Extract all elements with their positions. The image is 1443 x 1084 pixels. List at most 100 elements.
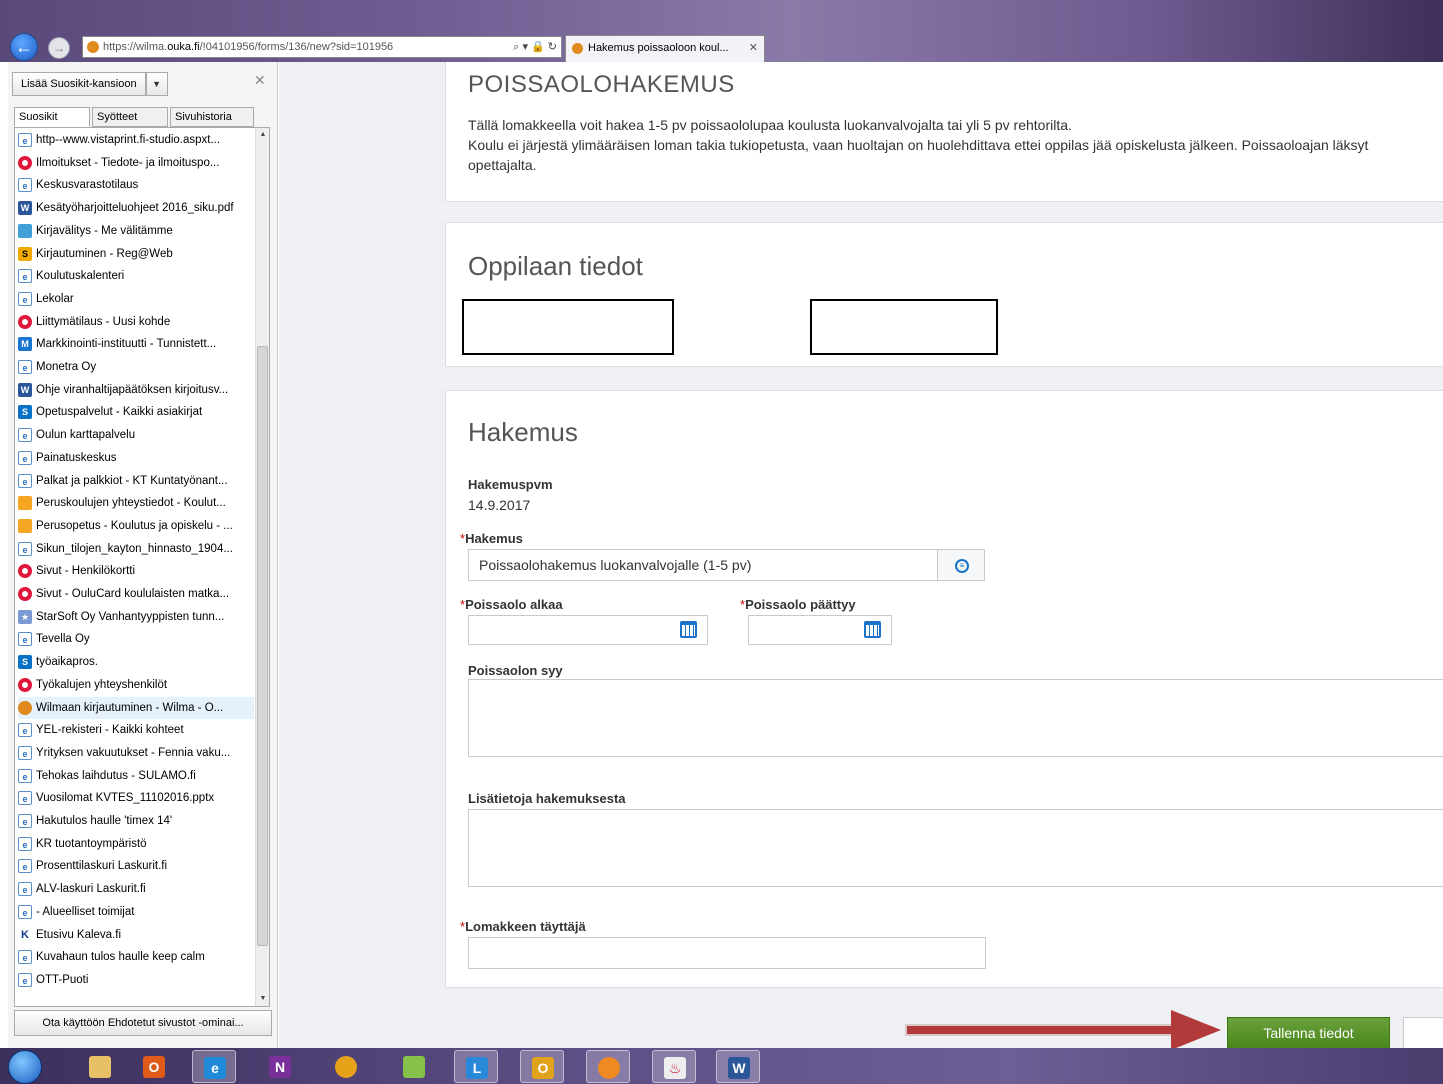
absence-start-input[interactable] (468, 615, 708, 645)
list-item[interactable]: e Tevella Oy (18, 628, 254, 650)
list-item[interactable]: e Painatuskeskus (18, 447, 254, 469)
list-item[interactable]: Perusopetus - Koulutus ja opiskelu - ... (18, 515, 254, 537)
reason-label: Poissaolon syy (468, 663, 563, 678)
list-item-label: Kirjautuminen - Reg@Web (36, 247, 173, 260)
secondary-button[interactable] (1403, 1017, 1443, 1048)
wilma-icon[interactable] (586, 1050, 630, 1083)
list-item[interactable]: e Prosenttilaskuri Laskurit.fi (18, 855, 254, 877)
tab-syotteet[interactable]: Syötteet (92, 107, 168, 127)
list-item[interactable]: e Kuvahaun tulos haulle keep calm (18, 946, 254, 968)
list-item[interactable]: S Kirjautuminen - Reg@Web (18, 243, 254, 265)
list-item[interactable]: K Etusivu Kaleva.fi (18, 924, 254, 946)
select-options-button[interactable]: ≡ (937, 549, 985, 581)
list-item[interactable]: e YEL-rekisteri - Kaikki kohteet (18, 719, 254, 741)
list-item[interactable]: Työkalujen yhteyshenkilöt (18, 674, 254, 696)
calendar-icon[interactable] (680, 621, 697, 638)
start-icon[interactable] (8, 1050, 42, 1084)
back-button[interactable]: ← (10, 33, 38, 61)
ie-page-icon: e (18, 291, 32, 306)
save-button[interactable]: Tallenna tiedot (1227, 1017, 1390, 1048)
list-item[interactable]: Wilmaan kirjautuminen - Wilma - O... (18, 696, 254, 719)
list-item[interactable]: e Tehokas laihdutus - SULAMO.fi (18, 765, 254, 787)
close-icon[interactable]: ✕ (254, 72, 266, 89)
application-section-title: Hakemus (468, 417, 578, 447)
tab-suosikit[interactable]: Suosikit (14, 107, 90, 127)
ie-page-icon: e (18, 791, 32, 806)
list-item[interactable]: Styöaikapros. (18, 651, 254, 673)
add-to-favorites-button[interactable]: Lisää Suosikit-kansioon (12, 72, 146, 96)
file-explorer-icon[interactable] (78, 1050, 122, 1083)
forward-button[interactable]: → (48, 37, 70, 59)
list-item[interactable]: e Monetra Oy (18, 356, 254, 378)
onenote-icon[interactable]: N (258, 1050, 302, 1083)
chevron-down-icon[interactable]: ▼ (145, 72, 168, 96)
scrollbar[interactable]: ▲ ▼ (255, 128, 269, 1006)
list-item[interactable]: Ilmoitukset - Tiedote- ja ilmoituspo... (18, 152, 254, 174)
favorites-list: e OTT-Puoti e Kuvahaun tulos haulle keep ca… (14, 127, 270, 1007)
list-item-label: Koulutuskalenteri (36, 270, 125, 283)
filler-input[interactable] (468, 937, 986, 969)
list-item[interactable]: M Markkinointi-instituutti - Tunnistett..… (18, 333, 254, 355)
close-icon[interactable]: ✕ (749, 36, 758, 60)
list-item[interactable]: W Ohje viranhaltijapäätöksen kirjoitusv..… (18, 379, 254, 401)
list-item[interactable]: e Yrityksen vakuutukset - Fennia vaku... (18, 742, 254, 764)
list-item-label: Opetuspalvelut - Kaikki asiakirjat (36, 406, 203, 419)
list-item-label: Kuvahaun tulos haulle keep calm (36, 951, 205, 964)
list-item-label: Markkinointi-instituutti - Tunnistett... (36, 338, 217, 351)
ring-icon (18, 314, 32, 329)
list-item[interactable]: e Oulun karttapalvelu (18, 424, 254, 446)
list-item[interactable]: e OTT-Puoti (18, 969, 254, 991)
student-card: Oppilaan tiedot (445, 222, 1443, 367)
folder-icon[interactable] (392, 1050, 436, 1083)
ie-page-icon: e (18, 473, 32, 488)
suggested-sites-button[interactable]: Ota käyttöön Ehdotetut sivustot -ominai.… (14, 1010, 272, 1036)
word-icon[interactable]: W (716, 1050, 760, 1083)
list-item[interactable]: e Sikun_tilojen_kayton_hinnasto_1904... (18, 538, 254, 560)
list-item[interactable]: Peruskoulujen yhteystiedot - Koulut... (18, 492, 254, 514)
list-item[interactable]: Kirjavälitys - Me välitämme (18, 220, 254, 242)
ie-page-icon: e (18, 450, 32, 465)
list-item[interactable]: e http--www.vistaprint.fi-studio.aspxt... (18, 129, 254, 151)
address-bar[interactable]: https://wilma.ouka.fi/!04101956/forms/13… (82, 36, 562, 58)
list-item[interactable]: Sivut - Henkilökortti (18, 560, 254, 582)
scroll-down-icon[interactable]: ▼ (256, 992, 269, 1006)
list-item[interactable]: e Vuosilomat KVTES_11102016.pptx (18, 787, 254, 809)
chrome-icon[interactable] (324, 1050, 368, 1083)
address-tools[interactable]: ⌕ ▾ 🔒 ↻ (513, 37, 557, 57)
outlook-icon[interactable]: O (132, 1050, 176, 1083)
java-icon[interactable]: ♨ (652, 1050, 696, 1083)
lync-icon[interactable]: L (454, 1050, 498, 1083)
ring-icon (18, 155, 32, 170)
tab-sivuhistoria[interactable]: Sivuhistoria (170, 107, 254, 127)
intro-card: POISSAOLOHAKEMUS Tällä lomakkeella voit … (445, 62, 1443, 202)
list-item[interactable]: e Palkat ja palkkiot - KT Kuntatyönant... (18, 470, 254, 492)
list-item[interactable]: e - Alueelliset toimijat (18, 901, 254, 923)
scroll-thumb[interactable] (257, 346, 268, 946)
list-item[interactable]: W Kesätyöharjoitteluohjeet 2016_siku.pdf (18, 197, 254, 219)
list-item[interactable]: e Keskusvarastotilaus (18, 174, 254, 196)
list-item[interactable]: e Hakutulos haulle 'timex 14' (18, 810, 254, 832)
intro-line-3: opettajalta. (468, 157, 537, 173)
list-item[interactable]: e KR tuotantoympäristö (18, 833, 254, 855)
taskbar: O e N L O ♨ W (0, 1048, 1443, 1084)
list-item[interactable]: ★ StarSoft Oy Vanhantyyppisten tunn... (18, 606, 254, 628)
browser-tab[interactable]: Hakemus poissaoloon koul... ✕ (565, 35, 765, 62)
scroll-up-icon[interactable]: ▲ (256, 128, 269, 142)
reason-textarea[interactable] (468, 679, 1443, 757)
list-item-label: Perusopetus - Koulutus ja opiskelu - ... (36, 519, 233, 532)
outlook-mail-icon[interactable]: O (520, 1050, 564, 1083)
list-item[interactable]: e Lekolar (18, 288, 254, 310)
application-select[interactable]: Poissaolohakemus luokanvalvojalle (1-5 p… (468, 549, 938, 581)
word-icon: W (18, 382, 32, 397)
list-item[interactable]: Liittymätilaus - Uusi kohde (18, 311, 254, 333)
list-item[interactable]: Sivut - OuluCard koululaisten matka... (18, 583, 254, 605)
list-item[interactable]: S Opetuspalvelut - Kaikki asiakirjat (18, 401, 254, 423)
date-value: 14.9.2017 (468, 497, 531, 513)
calendar-icon[interactable] (864, 621, 881, 638)
internet-explorer-icon[interactable]: e (192, 1050, 236, 1083)
browser-title-bar: ← → https://wilma.ouka.fi/!04101956/form… (0, 0, 1443, 62)
ie-page-icon: e (18, 269, 32, 284)
extra-info-textarea[interactable] (468, 809, 1443, 887)
list-item[interactable]: e Koulutuskalenteri (18, 265, 254, 287)
list-item[interactable]: e ALV-laskuri Laskurit.fi (18, 878, 254, 900)
